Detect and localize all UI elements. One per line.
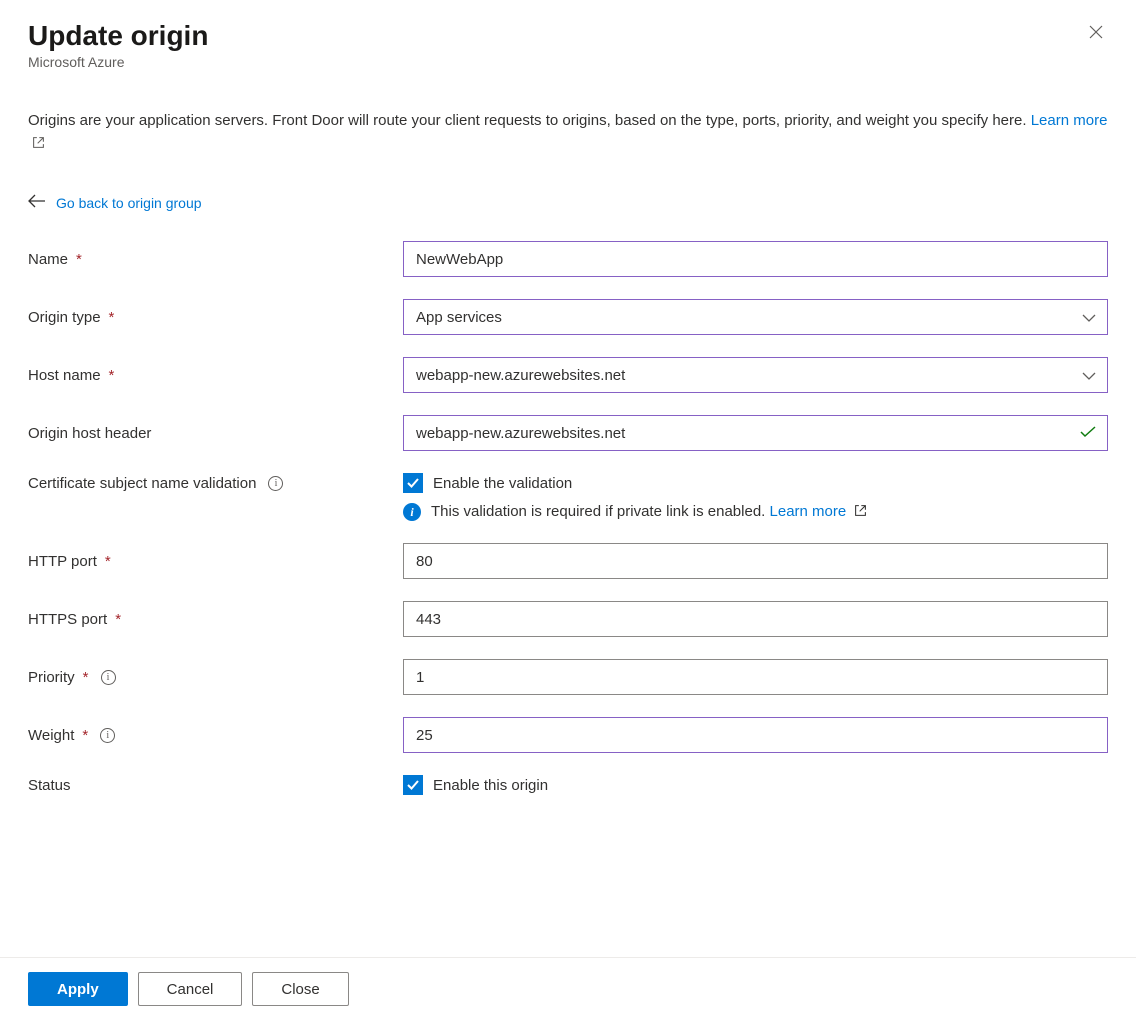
external-link-icon [32,134,45,157]
description-text: Origins are your application servers. Fr… [28,110,1108,156]
required-indicator: * [83,669,89,686]
back-to-origin-group-link[interactable]: Go back to origin group [56,195,202,211]
info-icon[interactable]: i [268,476,283,491]
cert-validation-label: Certificate subject name validation [28,475,256,492]
required-indicator: * [105,553,111,570]
cancel-button[interactable]: Cancel [138,972,243,1006]
required-indicator: * [82,727,88,744]
required-indicator: * [76,251,82,268]
https-port-input[interactable] [403,601,1108,637]
enable-origin-checkbox[interactable] [403,775,423,795]
host-name-label: Host name [28,367,101,384]
name-label: Name [28,251,68,268]
checkmark-icon [1080,425,1096,441]
weight-input[interactable] [403,717,1108,753]
learn-more-validation-link[interactable]: Learn more [770,503,868,520]
origin-host-header-label: Origin host header [28,425,151,442]
enable-validation-checkbox[interactable] [403,473,423,493]
origin-host-header-input[interactable] [403,415,1108,451]
priority-label: Priority [28,669,75,686]
close-icon[interactable] [1084,20,1108,49]
required-indicator: * [109,309,115,326]
enable-validation-label: Enable the validation [433,475,572,492]
status-label: Status [28,777,71,794]
validation-info-note: i This validation is required if private… [403,503,1108,521]
validation-note-text: This validation is required if private l… [431,503,765,520]
required-indicator: * [109,367,115,384]
http-port-input[interactable] [403,543,1108,579]
back-arrow-icon[interactable] [28,192,46,213]
http-port-label: HTTP port [28,553,97,570]
host-name-select[interactable] [403,357,1108,393]
footer-actions: Apply Cancel Close [0,957,1136,1020]
weight-label: Weight [28,727,74,744]
priority-input[interactable] [403,659,1108,695]
origin-form: Name* Origin type* Host name* Orig [28,241,1108,795]
https-port-label: HTTPS port [28,611,107,628]
info-icon[interactable]: i [101,670,116,685]
info-icon[interactable]: i [100,728,115,743]
apply-button[interactable]: Apply [28,972,128,1006]
description-content: Origins are your application servers. Fr… [28,112,1027,129]
close-button[interactable]: Close [252,972,348,1006]
origin-type-select[interactable] [403,299,1108,335]
page-subtitle: Microsoft Azure [28,54,208,70]
name-input[interactable] [403,241,1108,277]
origin-type-label: Origin type [28,309,101,326]
required-indicator: * [115,611,121,628]
external-link-icon [854,504,867,521]
page-title: Update origin [28,20,208,52]
enable-origin-label: Enable this origin [433,777,548,794]
info-badge-icon: i [403,503,421,521]
